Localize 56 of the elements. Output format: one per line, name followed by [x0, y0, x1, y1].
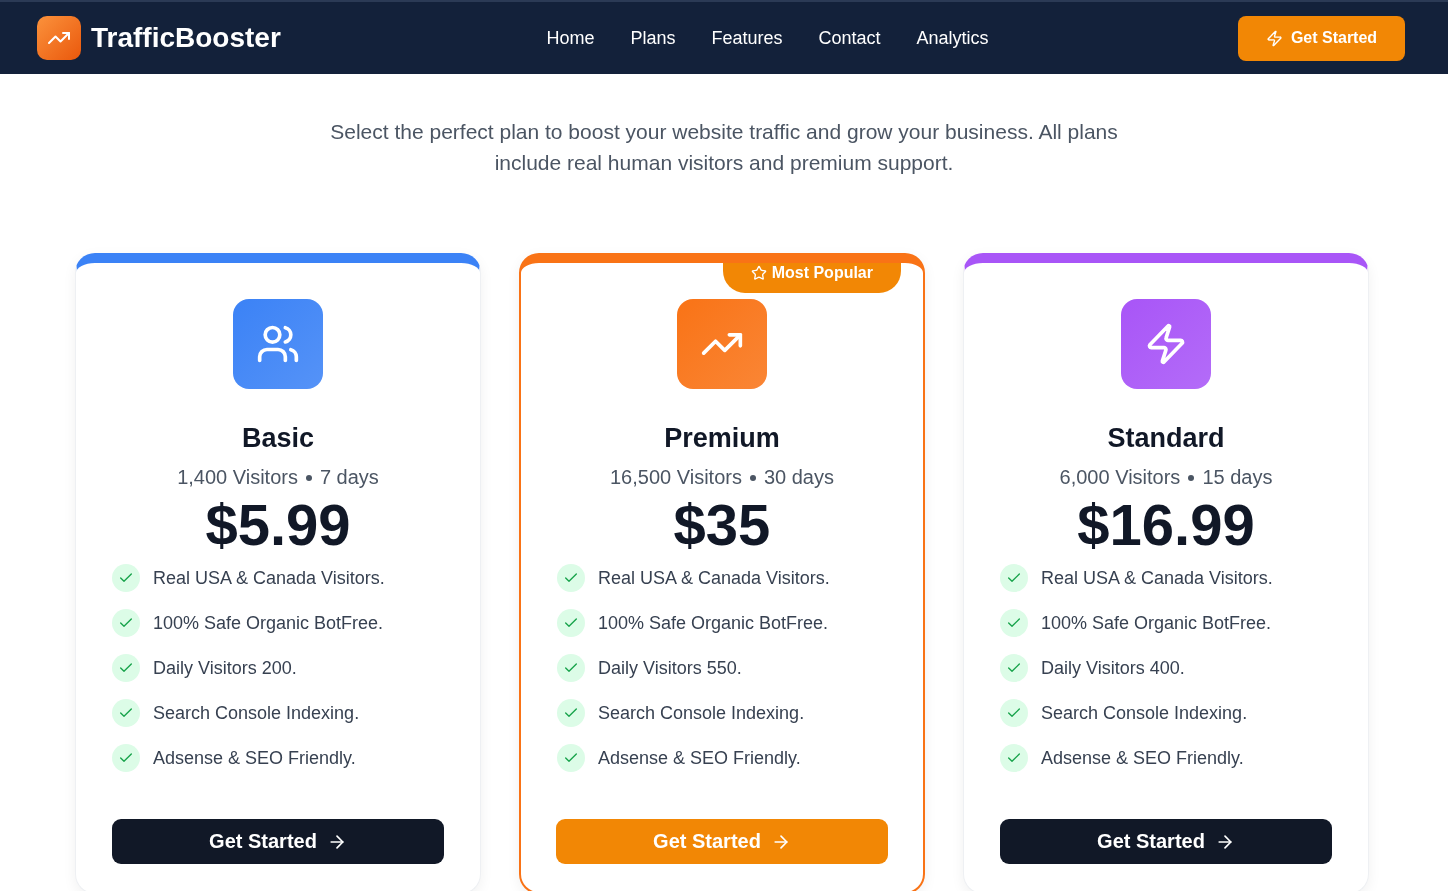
- feature-text: Daily Visitors 550.: [598, 657, 742, 679]
- check-icon: [557, 609, 585, 637]
- check-icon: [112, 564, 140, 592]
- feature-text: 100% Safe Organic BotFree.: [153, 612, 384, 634]
- nav-link[interactable]: Plans: [630, 27, 676, 49]
- feature-text: 100% Safe Organic BotFree.: [598, 612, 829, 634]
- feature-text: Real USA & Canada Visitors.: [598, 567, 830, 589]
- nav-link[interactable]: Analytics: [916, 27, 989, 49]
- check-icon: [1000, 609, 1028, 637]
- separator-dot: [749, 474, 756, 481]
- separator-dot: [1188, 474, 1195, 481]
- separator-dot: [305, 474, 312, 481]
- feature-text: Real USA & Canada Visitors.: [153, 567, 385, 589]
- get-started-button[interactable]: Get Started: [1000, 819, 1332, 864]
- plan-duration: 30 days: [763, 466, 834, 489]
- feature-text: Daily Visitors 200.: [153, 657, 297, 679]
- subtitle: Select the perfect plan to boost your website traffic and grow your business. All plans include real human visitors and premium support.: [329, 119, 1119, 176]
- plan-price: $35: [673, 491, 771, 558]
- check-icon: [112, 744, 140, 772]
- get-started-button[interactable]: Get Started: [112, 819, 444, 864]
- check-icon: [557, 699, 585, 727]
- plan-visitors: 16,500 Visitors: [610, 466, 742, 489]
- plan-name: Standard: [1107, 423, 1225, 454]
- check-icon: [557, 654, 585, 682]
- feature-text: Adsense & SEO Friendly.: [598, 747, 801, 769]
- brand-name: TrafficBooster: [91, 22, 281, 54]
- nav-link[interactable]: Contact: [818, 27, 881, 49]
- check-icon: [1000, 744, 1028, 772]
- feature-text: 100% Safe Organic BotFree.: [1041, 612, 1272, 634]
- feature-text: Real USA & Canada Visitors.: [1041, 567, 1273, 589]
- check-icon: [557, 744, 585, 772]
- plan-duration: 15 days: [1202, 466, 1273, 489]
- plan-name: Basic: [241, 423, 315, 454]
- feature-text: Search Console Indexing.: [1041, 702, 1248, 724]
- plan-duration: 7 days: [319, 466, 379, 489]
- check-icon: [112, 609, 140, 637]
- check-icon: [1000, 654, 1028, 682]
- plan-visitors: 6,000 Visitors: [1059, 466, 1181, 489]
- plan-visitors: 1,400 Visitors: [177, 466, 298, 489]
- nav-link[interactable]: Features: [711, 27, 783, 49]
- plan-price: $16.99: [1077, 491, 1255, 558]
- feature-text: Adsense & SEO Friendly.: [1041, 747, 1244, 769]
- nav-link[interactable]: Home: [546, 27, 595, 49]
- feature-text: Adsense & SEO Friendly.: [153, 747, 356, 769]
- lightning-icon: [1265, 29, 1283, 47]
- check-icon: [112, 699, 140, 727]
- feature-text: Search Console Indexing.: [153, 702, 360, 724]
- plan-name: Premium: [664, 423, 780, 454]
- check-icon: [557, 564, 585, 592]
- plan-price: $5.99: [205, 491, 351, 558]
- feature-text: Daily Visitors 400.: [1041, 657, 1185, 679]
- most-popular-badge: Most Popular: [722, 263, 901, 293]
- check-icon: [1000, 564, 1028, 592]
- feature-text: Search Console Indexing.: [598, 702, 805, 724]
- check-icon: [1000, 699, 1028, 727]
- check-icon: [112, 654, 140, 682]
